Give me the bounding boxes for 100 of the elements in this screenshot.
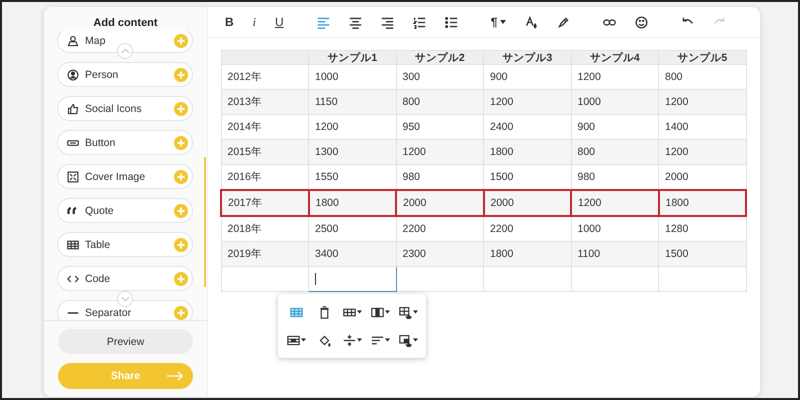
numbered-list-icon[interactable] xyxy=(412,16,426,28)
caret-icon xyxy=(356,338,362,342)
align-left-icon xyxy=(370,334,384,346)
table-cell[interactable] xyxy=(658,266,746,292)
content-item[interactable]: Cover Image xyxy=(57,164,193,189)
add-icon[interactable] xyxy=(174,272,188,286)
italic-button[interactable]: i xyxy=(252,16,256,28)
table-cell: 1150 xyxy=(308,90,396,114)
content-item[interactable]: Table xyxy=(57,232,193,257)
add-icon[interactable] xyxy=(174,170,188,184)
caret-icon xyxy=(412,310,418,314)
cell-star-icon xyxy=(398,334,412,346)
paint-bucket-icon xyxy=(318,334,330,346)
panel-title: Add content xyxy=(92,17,159,29)
scroll-up-button[interactable] xyxy=(117,43,133,59)
expand-icon xyxy=(67,170,79,182)
table-cell[interactable] xyxy=(484,266,571,292)
smiley-icon[interactable] xyxy=(635,16,648,28)
table-tool[interactable] xyxy=(290,306,302,318)
table-cell: 800 xyxy=(571,140,658,164)
add-icon[interactable] xyxy=(174,204,188,218)
table-cell: 1800 xyxy=(484,140,571,164)
column-header: サンプル5 xyxy=(658,50,746,64)
add-icon[interactable] xyxy=(174,68,188,82)
table-column-tool[interactable] xyxy=(370,306,390,318)
text-color-icon[interactable] xyxy=(525,16,538,28)
person-icon xyxy=(67,68,79,80)
item-label: Separator xyxy=(85,306,132,318)
table-icon xyxy=(290,306,302,318)
trash-tool[interactable] xyxy=(318,306,330,318)
table-cell[interactable] xyxy=(571,266,658,292)
add-icon[interactable] xyxy=(174,136,188,150)
table-rows-icon xyxy=(342,306,356,318)
table-cell: 1200 xyxy=(658,90,746,114)
content-item[interactable]: Social Icons xyxy=(57,96,193,121)
table-star-tool[interactable] xyxy=(398,306,418,318)
item-label: Cover Image xyxy=(85,170,146,182)
table-cell: 1200 xyxy=(571,190,658,216)
bold-button[interactable]: B xyxy=(225,16,234,28)
column-header: サンプル3 xyxy=(484,50,571,64)
content-item[interactable]: Person xyxy=(57,62,193,87)
table-cell[interactable] xyxy=(221,266,308,292)
table-cell: 1200 xyxy=(658,140,746,164)
table-cell: 2017年 xyxy=(221,190,308,216)
scroll-down-button[interactable] xyxy=(117,291,133,307)
cell-input[interactable] xyxy=(308,266,396,292)
underline-button[interactable]: U xyxy=(275,16,284,28)
add-icon[interactable] xyxy=(174,102,188,116)
trash-icon xyxy=(318,306,330,318)
add-icon[interactable] xyxy=(174,34,188,48)
table-cell: 2000 xyxy=(396,190,484,216)
quote-icon xyxy=(67,204,79,216)
bullet-list-icon[interactable] xyxy=(444,16,458,28)
map-pin-icon xyxy=(67,34,79,46)
highlighter-icon[interactable] xyxy=(557,16,570,28)
table-rows-tool[interactable] xyxy=(342,306,362,318)
vertical-align-icon xyxy=(342,334,356,346)
item-label: Person xyxy=(85,68,120,80)
content-item[interactable]: Map xyxy=(57,31,193,53)
caret-icon xyxy=(384,338,390,342)
item-label: Code xyxy=(85,272,112,284)
item-label: Button xyxy=(85,136,116,148)
caret-icon xyxy=(300,338,306,342)
align-right-icon[interactable] xyxy=(380,16,394,28)
table-cell: 2015年 xyxy=(221,140,308,164)
table-cell: 2000 xyxy=(484,190,571,216)
align-left-tool[interactable] xyxy=(370,334,390,346)
caret-icon xyxy=(500,20,506,24)
table-cell: 2013年 xyxy=(221,90,308,114)
table-star-icon xyxy=(398,306,412,318)
content-item[interactable]: Quote xyxy=(57,198,193,223)
align-left-icon[interactable] xyxy=(316,16,330,28)
add-icon[interactable] xyxy=(174,238,188,252)
item-label: Quote xyxy=(85,204,115,216)
cell-star-tool[interactable] xyxy=(398,334,418,346)
table-cell: 1500 xyxy=(658,242,746,266)
preview-button[interactable]: Preview xyxy=(58,329,193,354)
content-item[interactable]: Button xyxy=(57,130,193,155)
thumbs-up-icon xyxy=(67,102,79,114)
table-cell: 1800 xyxy=(308,190,396,216)
vertical-align-tool[interactable] xyxy=(342,334,362,346)
table-cell: 1300 xyxy=(308,140,396,164)
paint-bucket-tool[interactable] xyxy=(318,334,330,346)
arrow-right-icon xyxy=(167,371,183,381)
table-cell: 1100 xyxy=(571,242,658,266)
table-cell: 1000 xyxy=(571,90,658,114)
table-cell-tool[interactable] xyxy=(286,334,306,346)
chevron-up-icon xyxy=(120,48,130,54)
content-item[interactable]: Code xyxy=(57,266,193,291)
table-cell[interactable] xyxy=(396,266,484,292)
table-cell: 1200 xyxy=(484,90,571,114)
table-icon xyxy=(67,238,79,250)
caret-icon xyxy=(412,338,418,342)
align-center-icon[interactable] xyxy=(348,16,362,28)
content-item[interactable]: Separator xyxy=(57,300,193,320)
table-cell: 1800 xyxy=(658,190,746,216)
caret-icon xyxy=(384,310,390,314)
add-icon[interactable] xyxy=(174,306,188,320)
paragraph-dropdown[interactable]: ¶ xyxy=(490,16,506,28)
scrollbar[interactable] xyxy=(204,157,206,287)
